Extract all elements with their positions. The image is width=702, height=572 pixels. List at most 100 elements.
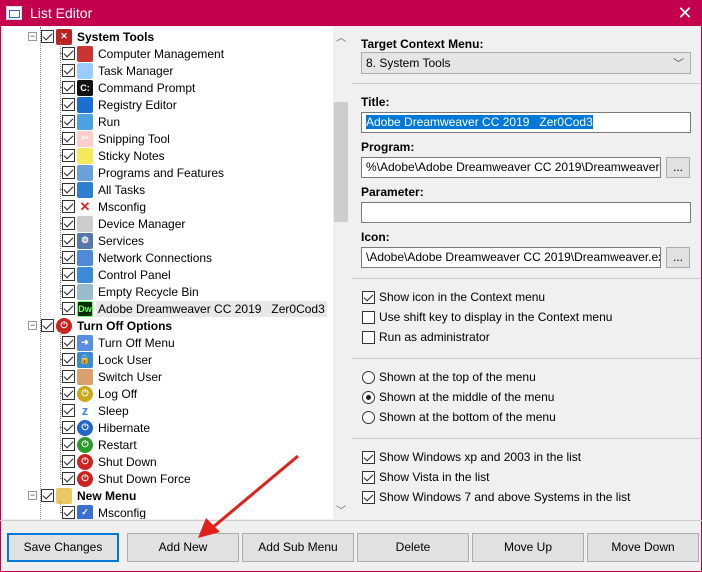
position-radio[interactable]: Shown at the top of the menu [362, 369, 536, 385]
tree-item[interactable]: ⏻ Shut Down Force [62, 470, 193, 487]
tree-scrollbar[interactable]: ︿ ﹀ [333, 27, 349, 519]
tree-item[interactable]: ⚙ Services [62, 232, 146, 249]
item-checkbox[interactable] [62, 251, 75, 264]
tree-item[interactable]: ⏻ Hibernate [62, 419, 152, 436]
position-radio[interactable]: Shown at the bottom of the menu [362, 409, 556, 425]
option-checkbox[interactable]: Use shift key to display in the Context … [362, 309, 612, 325]
save-changes-button[interactable]: Save Changes [7, 533, 119, 562]
item-checkbox[interactable] [62, 183, 75, 196]
item-checkbox[interactable] [62, 421, 75, 434]
tree-item[interactable]: ✕ Msconfig [62, 198, 148, 215]
delete-button[interactable]: Delete [357, 533, 469, 562]
tree-item[interactable]: Sticky Notes [62, 147, 167, 164]
tree-item[interactable]: Task Manager [62, 62, 175, 79]
position-radio[interactable]: Shown at the middle of the menu [362, 389, 554, 405]
tree-group[interactable]: − ⏻ Turn Off Options [28, 317, 174, 334]
item-checkbox[interactable] [62, 404, 75, 417]
close-button[interactable]: ✕ [668, 0, 702, 26]
tree-item[interactable]: z Sleep [62, 402, 131, 419]
title-input[interactable]: Adobe Dreamweaver CC 2019 Zer0Cod3 [361, 112, 691, 133]
tree-item[interactable]: Dw Adobe Dreamweaver CC 2019 Zer0Cod3 [62, 300, 327, 317]
add-new-button[interactable]: Add New [127, 533, 239, 562]
item-checkbox[interactable] [62, 438, 75, 451]
group-checkbox[interactable] [41, 319, 54, 332]
icon-browse-button[interactable]: ... [666, 247, 690, 268]
tree-item[interactable]: Empty Recycle Bin [62, 283, 201, 300]
item-checkbox[interactable] [62, 149, 75, 162]
item-checkbox[interactable] [62, 166, 75, 179]
item-checkbox[interactable] [62, 81, 75, 94]
item-checkbox[interactable] [62, 370, 75, 383]
item-checkbox[interactable] [62, 285, 75, 298]
checkbox[interactable] [362, 330, 375, 344]
tree-item[interactable]: Programs and Features [62, 164, 226, 181]
item-checkbox[interactable] [62, 217, 75, 230]
item-checkbox[interactable] [62, 387, 75, 400]
tree-group[interactable]: − New Menu [28, 487, 138, 504]
radio-button[interactable] [362, 370, 375, 384]
parameter-input[interactable] [361, 202, 691, 223]
option-checkbox[interactable]: Show Windows xp and 2003 in the list [362, 449, 581, 465]
scroll-down-icon[interactable]: ﹀ [333, 502, 349, 519]
tree-item[interactable]: Network Connections [62, 249, 214, 266]
item-checkbox[interactable] [62, 455, 75, 468]
option-checkbox[interactable]: Show icon in the Context menu [362, 289, 545, 305]
item-checkbox[interactable] [62, 47, 75, 60]
item-checkbox[interactable] [62, 200, 75, 213]
scroll-thumb[interactable] [334, 102, 348, 222]
program-input[interactable]: %\Adobe\Adobe Dreamweaver CC 2019\Dreamw… [361, 157, 661, 178]
tree-item[interactable]: Run [62, 113, 122, 130]
target-menu-dropdown[interactable]: 8. System Tools ﹀ [361, 52, 691, 74]
item-checkbox[interactable] [62, 353, 75, 366]
item-checkbox[interactable] [62, 472, 75, 485]
item-checkbox[interactable] [62, 234, 75, 247]
item-checkbox[interactable] [62, 268, 75, 281]
tree-item[interactable]: ✓ Msconfig [62, 504, 148, 519]
option-checkbox[interactable]: Show Vista in the list [362, 469, 490, 485]
tree-item[interactable]: Computer Management [62, 45, 226, 62]
tree-item[interactable]: ⏻ Restart [62, 436, 139, 453]
tree-item[interactable]: ✂ Snipping Tool [62, 130, 172, 147]
tree-item[interactable]: All Tasks [62, 181, 147, 198]
move-down-button[interactable]: Move Down [587, 533, 699, 562]
tree-item[interactable]: Control Panel [62, 266, 173, 283]
group-checkbox[interactable] [41, 30, 54, 43]
tree-root-line [40, 27, 41, 519]
item-checkbox[interactable] [62, 98, 75, 111]
tree-item[interactable]: ➜ Turn Off Menu [62, 334, 177, 351]
item-checkbox[interactable] [62, 64, 75, 77]
icon-input[interactable]: \Adobe\Adobe Dreamweaver CC 2019\Dreamwe… [361, 247, 661, 268]
tree-item[interactable]: ⏻ Shut Down [62, 453, 159, 470]
tree-item[interactable]: 🔒 Lock User [62, 351, 154, 368]
item-checkbox[interactable] [62, 302, 75, 315]
checkbox[interactable] [362, 310, 375, 324]
checkbox[interactable] [362, 470, 375, 484]
item-checkbox[interactable] [62, 115, 75, 128]
tree-item[interactable]: Switch User [62, 368, 164, 385]
checkbox[interactable] [362, 450, 375, 464]
tree-item[interactable]: Device Manager [62, 215, 187, 232]
collapse-icon[interactable]: − [28, 491, 37, 500]
collapse-icon[interactable]: − [28, 321, 37, 330]
radio-button[interactable] [362, 410, 375, 424]
move-up-button[interactable]: Move Up [472, 533, 584, 562]
option-checkbox[interactable]: Run as administrator [362, 329, 490, 345]
group-checkbox[interactable] [41, 489, 54, 502]
tree-item[interactable]: Registry Editor [62, 96, 179, 113]
collapse-icon[interactable]: − [28, 32, 37, 41]
tree-item[interactable]: C: Command Prompt [62, 79, 197, 96]
checkbox[interactable] [362, 290, 375, 304]
checkbox[interactable] [362, 490, 375, 504]
radio-label: Shown at the top of the menu [379, 370, 536, 384]
item-checkbox[interactable] [62, 132, 75, 145]
add-sub-menu-button[interactable]: Add Sub Menu [242, 533, 354, 562]
program-browse-button[interactable]: ... [666, 157, 690, 178]
menu-tree[interactable]: − ✕ System Tools Computer Management Task Ma… [4, 27, 349, 519]
option-checkbox[interactable]: Show Windows 7 and above Systems in the … [362, 489, 630, 505]
tree-item[interactable]: ⏻ Log Off [62, 385, 139, 402]
tree-group[interactable]: − ✕ System Tools [28, 28, 156, 45]
radio-button[interactable] [362, 390, 375, 404]
item-checkbox[interactable] [62, 506, 75, 519]
item-checkbox[interactable] [62, 336, 75, 349]
scroll-up-icon[interactable]: ︿ [333, 29, 349, 46]
